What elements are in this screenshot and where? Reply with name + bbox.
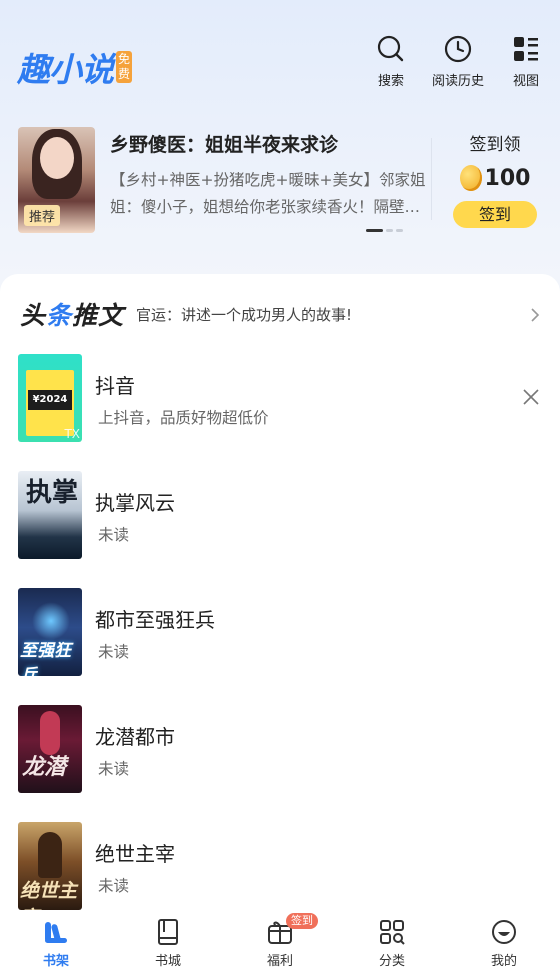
grid-view-icon: [511, 34, 541, 64]
banner-book-description: 【乡村+神医+扮猪吃虎+暖昧+美女】邻家姐姐：傻小子，姐想给你老张家续香火！隔壁…: [110, 171, 426, 216]
book-read-status: 未读: [98, 526, 130, 544]
chevron-right-icon: [528, 307, 542, 322]
search-icon: [376, 34, 406, 64]
book-list: ¥2024 TX 抖音 上抖音，品质好物超低价 执掌 执掌风云 未读 至强狂兵 …: [0, 354, 560, 939]
recommend-banner[interactable]: 推荐 乡野傻医：姐姐半夜来求诊 【乡村+神医+扮猪吃虎+暖昧+美女】邻家姐姐：傻…: [18, 127, 428, 235]
book-read-status: 未读: [98, 877, 130, 895]
history-button[interactable]: 阅读历史: [424, 34, 492, 89]
book-read-status: 未读: [98, 643, 130, 661]
book-title[interactable]: 执掌风云: [95, 487, 175, 516]
tab-profile[interactable]: 我的: [448, 910, 560, 974]
book-row[interactable]: 执掌 执掌风云 未读: [0, 471, 560, 588]
ad-cover[interactable]: ¥2024 TX: [18, 354, 82, 442]
bottom-tab-bar: 书架 书城 福利 签到 分类 我的: [0, 910, 560, 974]
cover-art-face: [40, 137, 74, 179]
banner-divider: [431, 138, 432, 220]
book-title[interactable]: 抖音: [95, 370, 135, 399]
search-label: 搜索: [377, 74, 404, 89]
logo-badge: 免费: [116, 51, 132, 83]
tab-category[interactable]: 分类: [336, 910, 448, 974]
cover-title-art: 龙潜: [22, 755, 67, 780]
headline-recommend-row[interactable]: 头条推文 官运：讲述一个成功男人的故事!: [20, 296, 542, 332]
book-title[interactable]: 绝世主宰: [95, 838, 175, 867]
signin-badge: 签到: [286, 913, 318, 929]
coin-reward: 100: [459, 165, 531, 191]
category-icon: [378, 918, 406, 946]
tab-bookshelf[interactable]: 书架: [0, 910, 112, 974]
book-subtitle: 上抖音，品质好物超低价: [98, 409, 269, 427]
cover-art-figure: [38, 832, 62, 878]
tab-bookstore[interactable]: 书城: [112, 910, 224, 974]
bookshelf-panel: 头条推文 官运：讲述一个成功男人的故事! ¥2024 TX 抖音 上抖音，品质好…: [0, 274, 560, 974]
tab-label: 书架: [42, 954, 69, 969]
banner-pagination: [366, 229, 403, 232]
history-label: 阅读历史: [431, 74, 484, 89]
banner-book-cover[interactable]: 推荐: [18, 127, 95, 233]
book-cover[interactable]: 至强狂兵: [18, 588, 82, 676]
headline-logo: 头条推文: [20, 296, 124, 332]
signin-button[interactable]: 签到: [453, 201, 537, 228]
pagination-dot: [396, 229, 403, 232]
headline-logo-part: 推文: [72, 301, 125, 330]
ad-mark: TX: [64, 427, 80, 441]
pagination-dot: [386, 229, 393, 232]
book-row[interactable]: 龙潜 龙潜都市 未读: [0, 705, 560, 822]
ad-cover-price: ¥2024: [28, 390, 72, 410]
logo-text: 趣小说: [17, 50, 114, 89]
tab-label: 书城: [154, 954, 181, 969]
signin-label: 签到领: [469, 135, 521, 155]
headline-text: 官运：讲述一个成功男人的故事!: [136, 305, 353, 324]
cover-title-art: 执掌: [26, 478, 79, 508]
book-icon: [154, 918, 182, 946]
view-button[interactable]: 视图: [492, 34, 560, 89]
banner-book-title[interactable]: 乡野傻医：姐姐半夜来求诊: [110, 130, 338, 157]
signin-box: 签到领 100 签到: [452, 130, 538, 228]
close-icon[interactable]: [522, 388, 540, 406]
cover-title-art: 至强狂兵: [20, 641, 71, 676]
top-actions: 搜索 阅读历史 视图: [358, 34, 560, 89]
headline-logo-part: 头: [20, 301, 47, 330]
cover-art-glow: [32, 602, 70, 640]
recommend-tag: 推荐: [24, 205, 61, 226]
profile-icon: [490, 918, 518, 946]
ad-row[interactable]: ¥2024 TX 抖音 上抖音，品质好物超低价: [0, 354, 560, 471]
tab-label: 我的: [490, 954, 517, 969]
cover-title-art: 绝世主宰: [20, 880, 78, 910]
search-button[interactable]: 搜索: [358, 34, 424, 89]
view-label: 视图: [512, 74, 539, 89]
clock-icon: [443, 34, 473, 64]
book-title[interactable]: 龙潜都市: [95, 721, 175, 750]
pagination-dot-active: [366, 229, 383, 232]
bookshelf-icon: [42, 918, 70, 946]
book-cover[interactable]: 绝世主宰: [18, 822, 82, 910]
book-cover[interactable]: 执掌: [18, 471, 82, 559]
coin-icon: [459, 165, 482, 191]
headline-logo-accent: 条: [46, 301, 73, 330]
app-logo: 趣小说 免费: [17, 43, 132, 91]
coin-amount: 100: [484, 165, 531, 191]
book-title[interactable]: 都市至强狂兵: [95, 604, 215, 633]
book-read-status: 未读: [98, 760, 130, 778]
tab-welfare[interactable]: 福利 签到: [224, 910, 336, 974]
book-cover[interactable]: 龙潜: [18, 705, 82, 793]
book-row[interactable]: 至强狂兵 都市至强狂兵 未读: [0, 588, 560, 705]
tab-label: 福利: [266, 954, 293, 969]
tab-label: 分类: [378, 954, 405, 969]
